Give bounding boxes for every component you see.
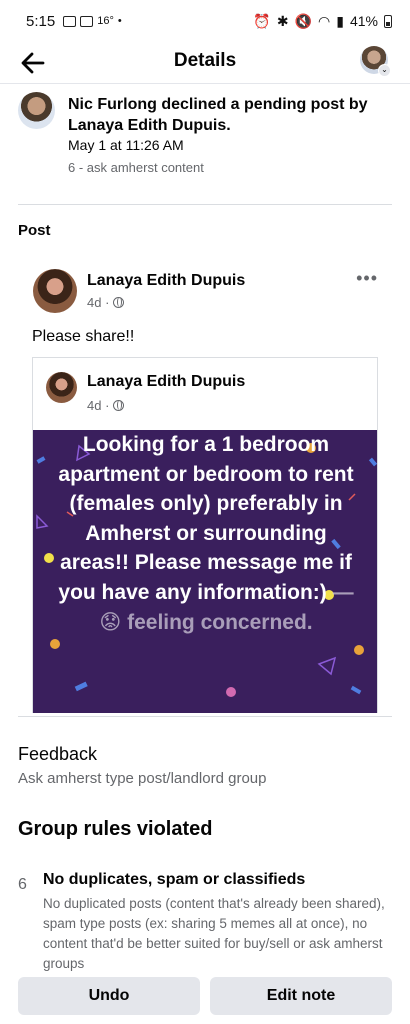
activity-timestamp: May 1 at 11:26 AM	[68, 137, 184, 153]
mute-icon: 🔇	[294, 12, 313, 29]
feedback-label: Feedback	[18, 744, 98, 764]
divider	[18, 204, 392, 205]
rules-title: Group rules violated	[18, 818, 213, 840]
undo-button[interactable]: Undo	[18, 977, 200, 1015]
activity-summary: Nic Furlong declined a pending post by L…	[0, 84, 410, 204]
post-age: 4d ·	[87, 295, 110, 310]
globe-icon	[113, 297, 125, 308]
divider	[18, 716, 392, 717]
post-banner: Looking for a 1 bedroom apartment or bed…	[33, 430, 377, 713]
dot-icon: •	[117, 15, 122, 27]
status-time: 5:15	[26, 12, 56, 30]
page-title: Details	[173, 50, 237, 71]
battery-percent: 41%	[349, 13, 378, 29]
globe-icon	[113, 400, 125, 411]
shared-post-age: 4d ·	[87, 398, 110, 413]
shared-author-avatar[interactable]	[46, 372, 77, 403]
activity-subtext: 6 - ask amherst content	[68, 160, 204, 175]
status-bar: 5:15 16° • ⏰ ✱ 🔇 ◠ ▮ 41%	[0, 0, 410, 42]
shared-author-name[interactable]: Lanaya Edith Dupuis	[87, 373, 245, 391]
banner-message: Looking for a 1 bedroom apartment or bed…	[58, 433, 354, 604]
post-card: Lanaya Edith Dupuis 4d · ••• Please shar…	[18, 250, 392, 716]
bluetooth-icon: ✱	[276, 12, 289, 29]
chevron-down-icon: ⌄	[378, 64, 391, 77]
action-buttons: Undo Edit note	[18, 977, 392, 1015]
alarm-icon: ⏰	[253, 12, 271, 29]
admin-avatar[interactable]	[18, 92, 55, 129]
signal-icon: ▮	[336, 12, 344, 29]
activity-text: Nic Furlong declined a pending post by L…	[68, 96, 368, 134]
edit-note-button[interactable]: Edit note	[210, 977, 392, 1015]
battery-icon	[384, 14, 392, 28]
app-bar: Details ⌄	[0, 42, 410, 84]
calendar-icon	[80, 15, 94, 27]
feedback-value: Ask amherst type post/landlord group	[18, 770, 267, 787]
post-text: Please share!!	[32, 328, 135, 345]
banner-text: Looking for a 1 bedroom apartment or bed…	[33, 430, 377, 637]
status-notification-icons: 16° •	[63, 15, 122, 27]
rule-number: 6	[18, 876, 27, 893]
rule-description: No duplicated posts (content that's alre…	[43, 896, 385, 971]
more-options-icon[interactable]: •••	[356, 268, 378, 289]
status-temperature: 16°	[97, 15, 114, 27]
post-author-name[interactable]: Lanaya Edith Dupuis	[87, 272, 245, 290]
shared-post[interactable]: Lanaya Edith Dupuis 4d · Looking for a 1…	[32, 357, 378, 713]
profile-avatar[interactable]: ⌄	[360, 46, 391, 77]
shared-post-meta: 4d ·	[87, 398, 125, 413]
status-system-icons: ⏰ ✱ 🔇 ◠ ▮ 41%	[253, 13, 392, 30]
wifi-icon: ◠	[318, 12, 331, 29]
post-section-label: Post	[18, 222, 51, 239]
gallery-icon	[63, 15, 77, 27]
rule-title: No duplicates, spam or classifieds	[43, 871, 306, 888]
post-meta: 4d ·	[87, 295, 125, 310]
post-author-avatar[interactable]	[33, 269, 77, 313]
